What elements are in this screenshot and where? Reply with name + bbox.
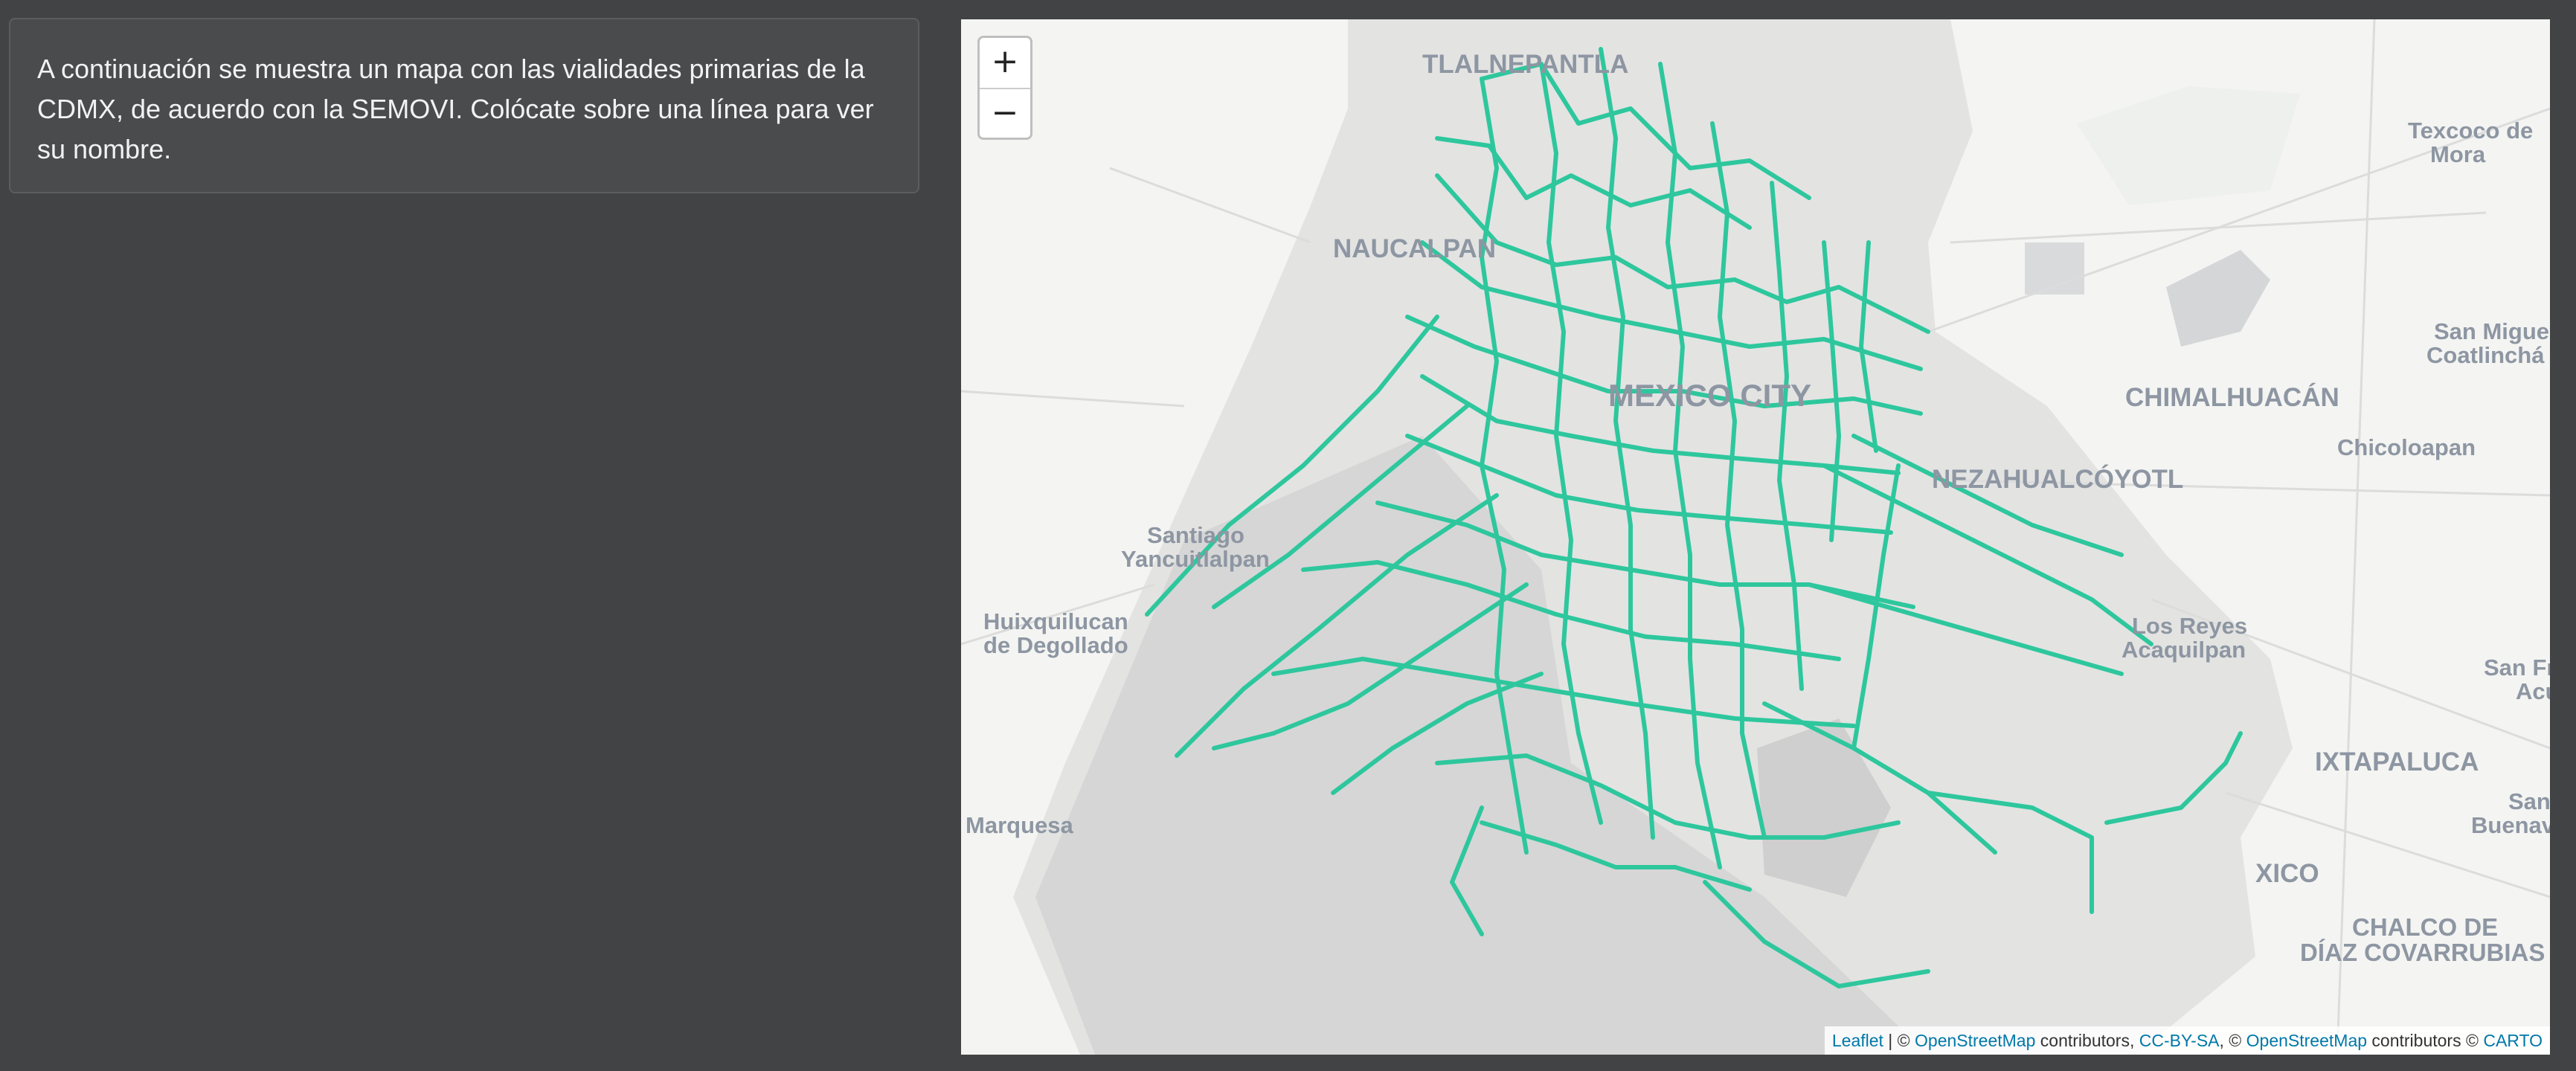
zoom-control: + − xyxy=(977,36,1032,140)
label-santiago-1: Santiago xyxy=(1147,522,1244,548)
intro-text: A continuación se muestra un mapa con la… xyxy=(37,49,891,170)
label-san-bu-1: San xyxy=(2508,788,2550,814)
label-los-reyes-1: Los Reyes xyxy=(2132,613,2247,639)
cc-by-sa-link[interactable]: CC-BY-SA xyxy=(2139,1031,2220,1050)
label-mexico-city: MEXICO CITY xyxy=(1608,378,1811,413)
map-canvas[interactable]: TLALNEPANTLA NAUCALPAN MEXICO CITY CHIMA… xyxy=(961,19,2550,1055)
zoom-out-button[interactable]: − xyxy=(980,89,1030,139)
label-huixquilucan-2: de Degollado xyxy=(983,632,1128,658)
label-los-reyes-2: Acaquilpan xyxy=(2121,637,2246,663)
label-san-bu-2: Buenave xyxy=(2471,812,2550,838)
label-chimalhuacan: CHIMALHUACÁN xyxy=(2125,382,2339,412)
attribution-sep-2: , © xyxy=(2219,1031,2246,1050)
attribution-contributors-2: contributors © xyxy=(2367,1031,2484,1050)
map-container[interactable]: TLALNEPANTLA NAUCALPAN MEXICO CITY CHIMA… xyxy=(961,19,2550,1055)
osm-link-2[interactable]: OpenStreetMap xyxy=(2246,1031,2367,1050)
label-ixtapaluca: IXTAPALUCA xyxy=(2315,747,2479,776)
label-chalco-1: CHALCO DE xyxy=(2352,913,2498,941)
intro-line-3: su nombre. xyxy=(37,134,172,164)
attribution-sep-1: | © xyxy=(1883,1031,1915,1050)
label-santiago-2: Yancuitlalpan xyxy=(1121,546,1270,572)
label-nezahualcoyotl: NEZAHUALCÓYOTL xyxy=(1932,464,2183,494)
attribution-contributors-1: contributors, xyxy=(2035,1031,2139,1050)
label-san-miguel-2: Coatlinchá xyxy=(2426,342,2545,368)
leaflet-link[interactable]: Leaflet xyxy=(1832,1031,1883,1050)
intro-line-2: CDMX, de acuerdo con la SEMOVI. Colócate… xyxy=(37,94,874,124)
label-san-fr-1: San Fr xyxy=(2484,654,2550,681)
label-xico: XICO xyxy=(2255,859,2319,888)
label-chicoloapan: Chicoloapan xyxy=(2337,434,2476,460)
label-tlalnepantla: TLALNEPANTLA xyxy=(1422,50,1628,79)
map-attribution: Leaflet | © OpenStreetMap contributors, … xyxy=(1824,1026,2550,1055)
label-texcoco-1: Texcoco de xyxy=(2408,118,2533,144)
label-san-fr-2: Acu xyxy=(2516,678,2550,704)
intro-line-1: A continuación se muestra un mapa con la… xyxy=(37,54,865,84)
label-san-miguel-1: San Migue xyxy=(2434,318,2549,344)
osm-link-1[interactable]: OpenStreetMap xyxy=(1915,1031,2035,1050)
intro-panel: A continuación se muestra un mapa con la… xyxy=(9,18,919,193)
label-marquesa: Marquesa xyxy=(966,812,1073,838)
zoom-in-button[interactable]: + xyxy=(980,38,1030,89)
label-huixquilucan-1: Huixquilucan xyxy=(983,608,1128,634)
carto-link[interactable]: CARTO xyxy=(2483,1031,2543,1050)
label-texcoco-2: Mora xyxy=(2430,141,2486,167)
label-chalco-2: DÍAZ COVARRUBIAS xyxy=(2300,939,2545,966)
label-naucalpan: NAUCALPAN xyxy=(1333,234,1496,263)
